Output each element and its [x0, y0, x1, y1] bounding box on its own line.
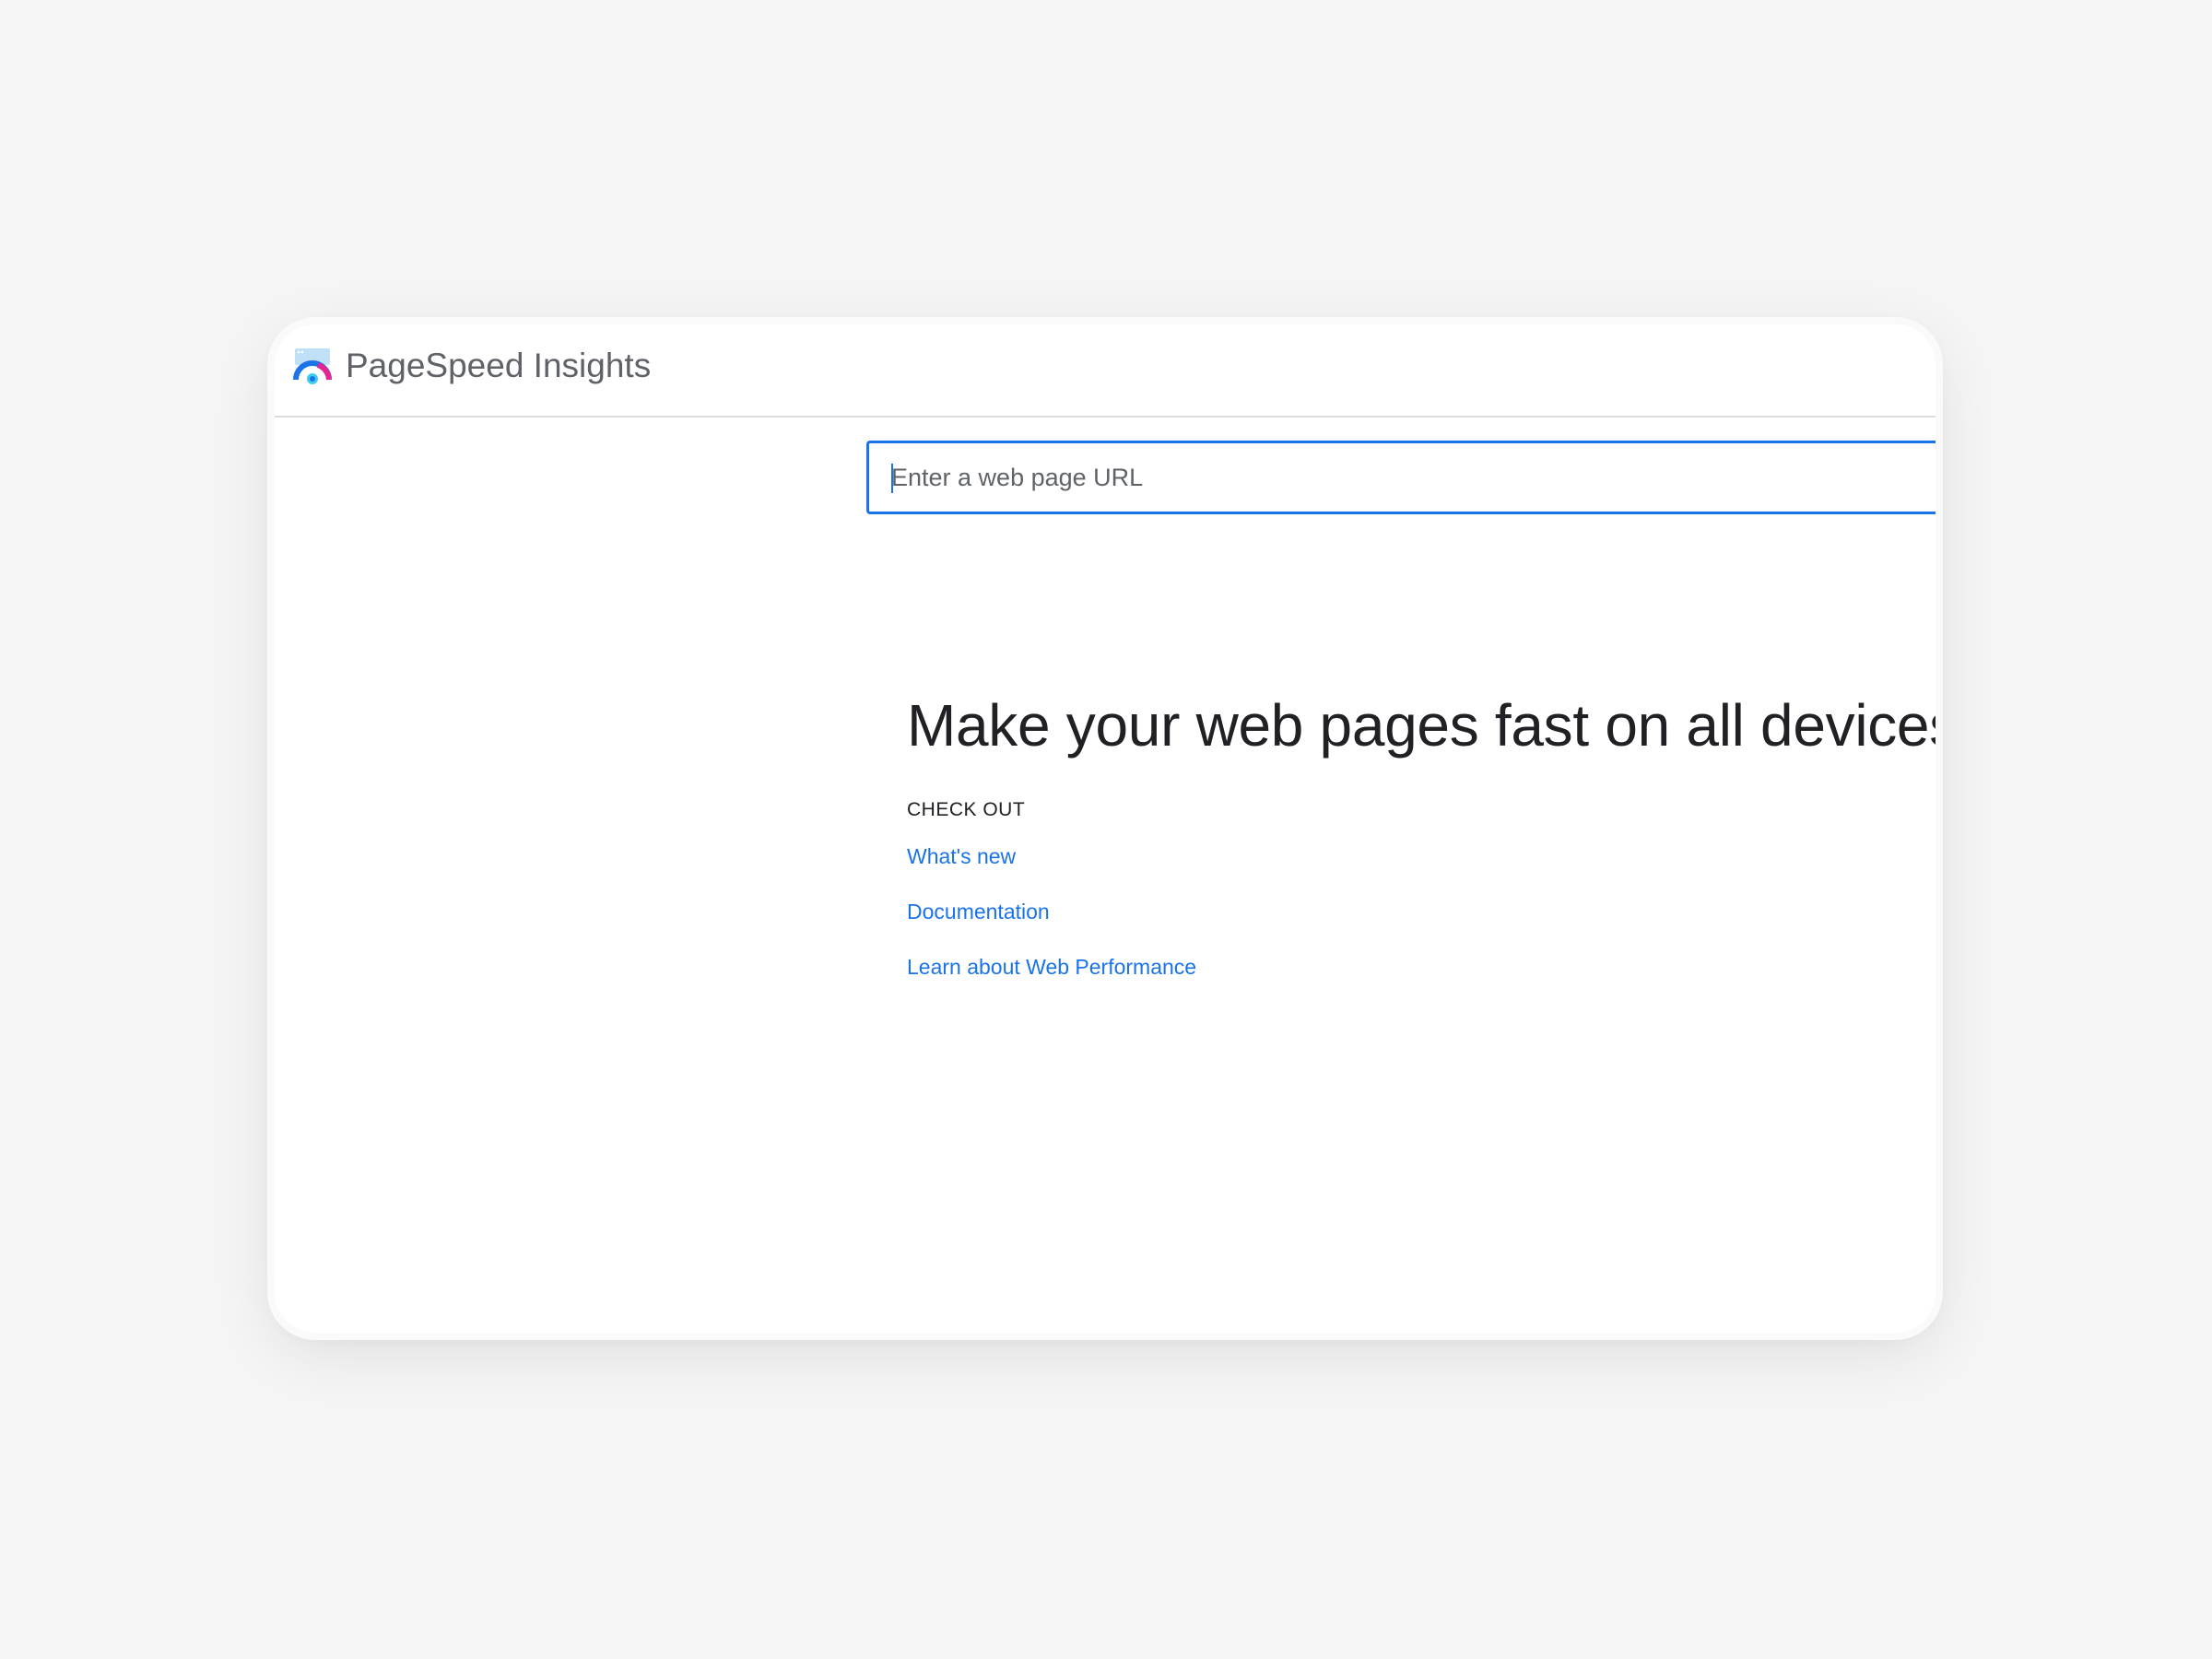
documentation-link[interactable]: Documentation — [907, 897, 1050, 926]
app-header: PageSpeed Insights — [275, 324, 1936, 418]
url-input-container[interactable] — [866, 441, 1936, 514]
url-input[interactable] — [891, 443, 1905, 512]
app-title: PageSpeed Insights — [346, 347, 652, 384]
learn-web-performance-link[interactable]: Learn about Web Performance — [907, 952, 1196, 982]
whats-new-link[interactable]: What's new — [907, 841, 1016, 871]
page-headline: Make your web pages fast on all devices — [907, 692, 1936, 759]
browser-window: PageSpeed Insights Make your web pages f… — [275, 324, 1936, 1333]
check-out-label: CHECK OUT — [907, 799, 1026, 820]
pagespeed-gauge-icon[interactable] — [293, 347, 332, 385]
